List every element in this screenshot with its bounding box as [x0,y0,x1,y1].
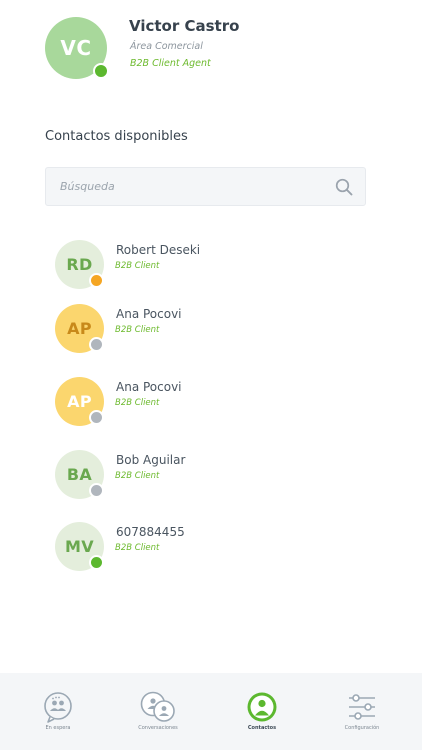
nav-label: Configuración [344,725,380,731]
contact-item[interactable]: AP Ana Pocovi B2B Client [55,377,385,427]
search-input[interactable] [46,168,326,205]
profile-header: VC Victor Castro Área Comercial B2B Clie… [45,17,405,79]
contact-status-dot [89,483,104,498]
nav-item-settings[interactable]: Configuración [322,691,402,741]
contact-initials: BA [66,465,93,484]
bottom-nav: En espera Conversaciones Contactos Confi… [0,673,422,750]
settings-icon [349,694,375,720]
profile-department: Área Comercial [130,41,203,52]
contact-role: B2B Client [115,325,160,335]
contacts-icon [247,692,277,722]
contact-item[interactable]: BA Bob Aguilar B2B Client [55,450,385,500]
contact-status-dot [89,410,104,425]
nav-label: Conversaciones [138,725,178,731]
contact-item[interactable]: RD Robert Deseki B2B Client [55,240,385,290]
profile-initials: VC [60,36,92,60]
contact-initials: MV [65,537,94,556]
profile-name: Victor Castro [129,17,240,35]
contact-status-dot [89,337,104,352]
nav-item-waiting[interactable]: En espera [18,691,98,741]
search-box [45,167,366,206]
contact-status-dot [89,273,104,288]
contact-status-dot [89,555,104,570]
contact-role: B2B Client [115,471,160,481]
contact-name: Ana Pocovi [116,380,182,394]
contact-name: Bob Aguilar [116,453,186,467]
waiting-icon [44,692,72,723]
contact-item[interactable]: MV 607884455 B2B Client [55,522,385,572]
contact-name: Ana Pocovi [116,307,182,321]
contact-initials: AP [67,319,92,338]
contact-initials: AP [67,392,92,411]
search-icon[interactable] [335,178,353,196]
contact-role: B2B Client [115,261,160,271]
conversations-icon [140,691,175,722]
nav-item-conversations[interactable]: Conversaciones [118,691,198,741]
section-title: Contactos disponibles [45,129,188,144]
contact-name: 607884455 [116,525,185,539]
nav-label: En espera [45,725,71,731]
contact-name: Robert Deseki [116,243,201,257]
contact-initials: RD [66,255,93,274]
nav-label: Contactos [247,725,277,731]
nav-item-contacts[interactable]: Contactos [222,691,302,741]
contact-item[interactable]: AP Ana Pocovi B2B Client [55,304,385,354]
profile-role: B2B Client Agent [130,58,211,69]
profile-status-dot [93,63,109,79]
contact-role: B2B Client [115,398,160,408]
contact-role: B2B Client [115,543,160,553]
